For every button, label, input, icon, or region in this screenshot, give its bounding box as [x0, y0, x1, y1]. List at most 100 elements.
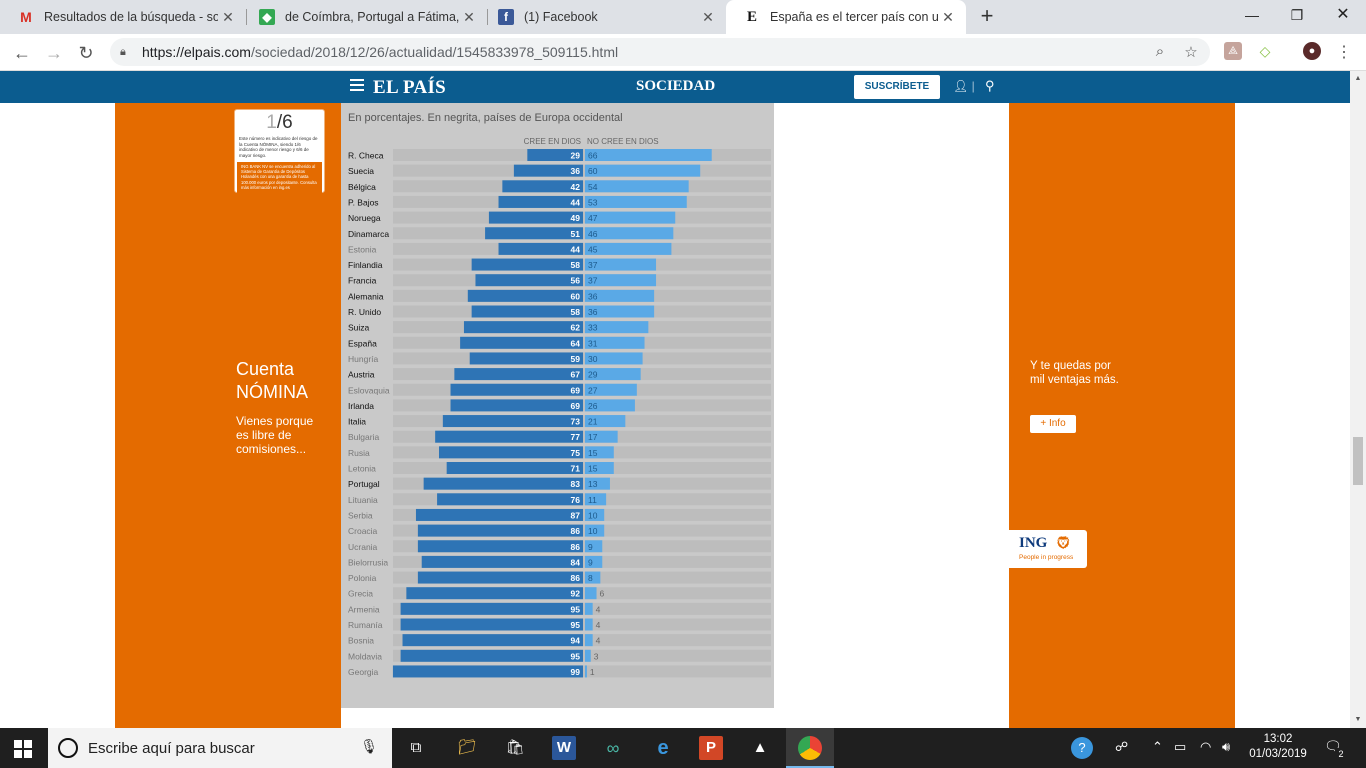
value-label-believe: 59: [571, 354, 581, 364]
battery-icon[interactable]: ▭: [1174, 739, 1186, 755]
country-label: Armenia: [348, 604, 380, 614]
more-info-button[interactable]: + Info: [1030, 415, 1076, 433]
value-label-not-believe: 13: [588, 479, 598, 489]
system-clock[interactable]: 13:02 01/03/2019: [1248, 732, 1308, 762]
bar-not-believe: [585, 602, 593, 615]
ad-right[interactable]: Y te quedas por mil ventajas más. + Info…: [1009, 103, 1235, 728]
file-explorer-icon[interactable]: 📁︎: [455, 736, 479, 760]
reload-button[interactable]: ↻: [73, 40, 99, 66]
maximize-button[interactable]: ❐: [1274, 0, 1320, 30]
country-label: Bélgica: [348, 182, 376, 192]
value-label-believe: 49: [571, 213, 581, 223]
wifi-icon[interactable]: ◠: [1200, 739, 1211, 755]
value-label-not-believe: 30: [588, 354, 598, 364]
windows-start-icon[interactable]: [14, 740, 32, 758]
value-label-believe: 86: [571, 542, 581, 552]
country-label: Suiza: [348, 323, 370, 333]
value-label-believe: 44: [571, 244, 581, 254]
back-button[interactable]: ←: [9, 40, 35, 66]
microphone-icon[interactable]: 🎙︎: [360, 738, 378, 755]
chevron-up-icon[interactable]: ⌃: [1152, 739, 1163, 755]
bar-not-believe: [585, 195, 687, 208]
scroll-thumb[interactable]: [1353, 437, 1363, 485]
value-label-believe: 62: [571, 323, 581, 333]
value-label-believe: 42: [571, 182, 581, 192]
country-label: Austria: [348, 370, 375, 380]
edge-icon[interactable]: e: [651, 736, 675, 760]
close-icon[interactable]: ✕: [218, 9, 238, 26]
close-icon[interactable]: ✕: [698, 9, 718, 26]
bar-believe: [460, 336, 583, 349]
close-icon[interactable]: ✕: [938, 9, 958, 26]
forward-button[interactable]: →: [41, 40, 67, 66]
value-label-believe: 29: [571, 151, 581, 161]
country-label: R. Checa: [348, 151, 384, 161]
country-label: Suecia: [348, 166, 374, 176]
tab-elpais[interactable]: E España es el tercer país con un m ✕: [726, 0, 966, 34]
value-label-not-believe: 26: [588, 401, 598, 411]
value-label-not-believe: 53: [588, 197, 598, 207]
bar-believe: [392, 665, 583, 678]
bar-believe: [406, 587, 583, 600]
country-label: Georgia: [348, 667, 379, 677]
task-view-icon[interactable]: ⧉: [404, 736, 428, 760]
country-label: Moldavia: [348, 651, 382, 661]
powerpoint-icon[interactable]: P: [699, 736, 723, 760]
tab-maps[interactable]: ◆ de Coímbra, Portugal a Fátima, P ✕: [241, 0, 487, 34]
extension-icon[interactable]: ◇: [1256, 42, 1274, 60]
help-icon[interactable]: ?: [1071, 737, 1093, 759]
scroll-down-icon[interactable]: ▼: [1350, 712, 1366, 728]
taskbar-search[interactable]: Escribe aquí para buscar 🎙︎: [48, 728, 392, 768]
close-window-button[interactable]: ✕: [1320, 0, 1366, 30]
address-bar[interactable]: 🔒︎ https://elpais.com/sociedad/2018/12/2…: [110, 38, 1210, 66]
search-icon[interactable]: ⚲: [985, 78, 995, 94]
avatar[interactable]: ●: [1303, 42, 1321, 60]
people-icon[interactable]: ☍: [1115, 739, 1128, 755]
new-tab-button[interactable]: +: [976, 4, 998, 30]
zoom-icon[interactable]: ⌕: [1150, 43, 1170, 60]
chrome-icon[interactable]: [798, 736, 822, 760]
bar-believe: [471, 305, 583, 318]
country-label: Ucrania: [348, 542, 378, 552]
value-label-not-believe: 6: [600, 589, 605, 599]
value-label-not-believe: 27: [588, 385, 598, 395]
bar-believe: [471, 258, 583, 271]
value-label-not-believe: 36: [588, 291, 598, 301]
word-icon[interactable]: W: [552, 736, 576, 760]
ad-left[interactable]: 1/6 Este número es indicativo del riesgo…: [115, 103, 341, 728]
page-scrollbar[interactable]: ▲ ▼: [1350, 71, 1366, 728]
menu-icon[interactable]: ⋮: [1331, 40, 1357, 66]
user-icon[interactable]: 👤︎ |: [953, 79, 975, 93]
tab-facebook[interactable]: f (1) Facebook ✕: [480, 0, 726, 34]
store-icon[interactable]: 🛍︎: [503, 736, 527, 760]
legend-believe: CREE EN DIOS: [524, 137, 581, 146]
bar-not-believe: [585, 227, 674, 240]
value-label-not-believe: 66: [588, 151, 598, 161]
hamburger-menu-icon[interactable]: [350, 79, 364, 93]
section-title[interactable]: SOCIEDAD: [636, 78, 715, 95]
value-label-believe: 73: [571, 417, 581, 427]
subscribe-button[interactable]: SUSCRÍBETE: [854, 75, 940, 99]
scroll-up-icon[interactable]: ▲: [1350, 71, 1366, 87]
photos-icon[interactable]: ▲: [748, 736, 772, 760]
country-label: Letonia: [348, 464, 376, 474]
value-label-not-believe: 54: [588, 182, 598, 192]
bookmark-star-icon[interactable]: ☆: [1181, 43, 1201, 61]
infinity-app-icon[interactable]: ∞: [601, 736, 625, 760]
bar-not-believe: [585, 665, 587, 678]
value-label-not-believe: 60: [588, 166, 598, 176]
tab-gmail[interactable]: M Resultados de la búsqueda - soyj ✕: [0, 0, 246, 34]
bar-believe: [442, 415, 583, 428]
minimize-button[interactable]: —: [1229, 0, 1275, 30]
bar-believe: [446, 462, 583, 474]
country-label: Rusia: [348, 448, 370, 458]
value-label-not-believe: 3: [594, 651, 599, 661]
windows-taskbar: Escribe aquí para buscar 🎙︎ ⧉ 📁︎ 🛍︎ W ∞ …: [0, 728, 1366, 768]
close-icon[interactable]: ✕: [459, 9, 479, 26]
site-logo[interactable]: EL PAÍS: [373, 77, 446, 99]
value-label-believe: 94: [571, 636, 581, 646]
value-label-believe: 95: [571, 620, 581, 630]
bar-believe: [421, 555, 583, 568]
pdf-extension-icon[interactable]: ⟁: [1224, 42, 1242, 60]
volume-icon[interactable]: 🔊︎: [1222, 739, 1230, 755]
